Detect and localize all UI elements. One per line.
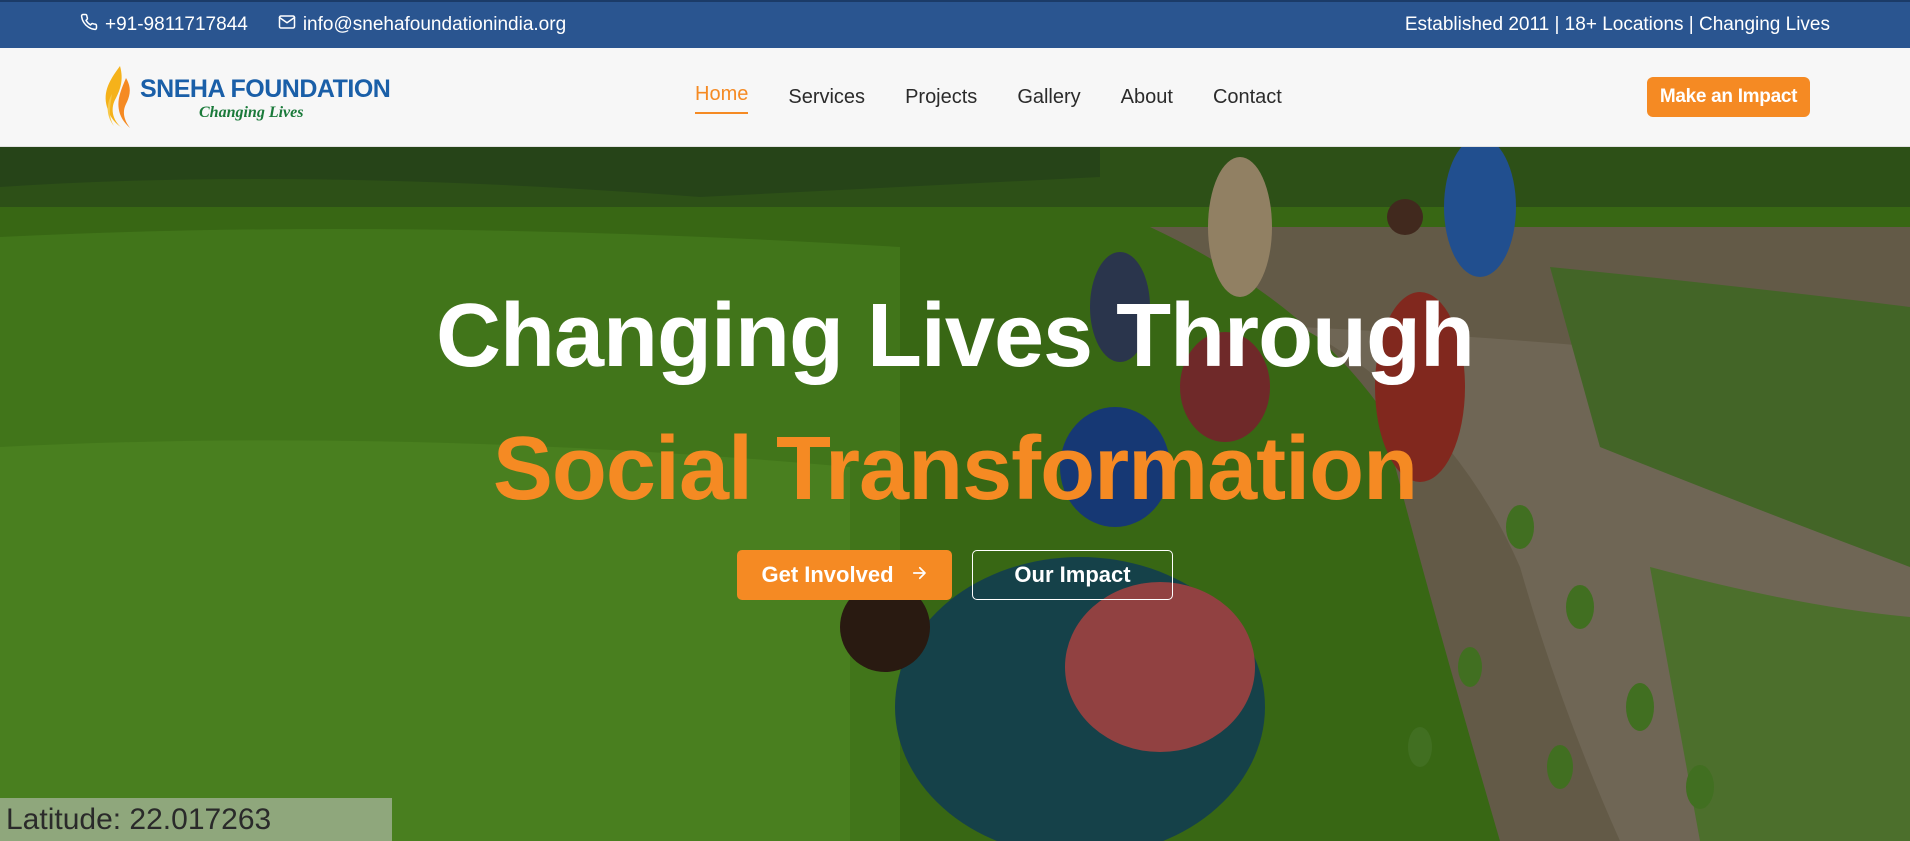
arrow-right-icon [910,562,928,588]
top-info-bar: +91-9811717844 info@snehafoundationindia… [0,0,1910,48]
get-involved-label: Get Involved [761,562,894,587]
email-address: info@snehafoundationindia.org [302,14,567,35]
hero-title-line2: Social Transformation [492,419,1418,519]
main-nav: Home Services Projects Gallery About Con… [695,48,1282,147]
get-involved-button[interactable]: Get Involved [737,550,952,600]
nav-services[interactable]: Services [788,86,865,117]
hero-section: Changing Lives Through Social Transforma… [0,147,1910,841]
top-tagline: Established 2011 | 18+ Locations | Chang… [1404,14,1830,35]
nav-about[interactable]: About [1121,86,1173,117]
logo-brand-name: SNEHA FOUNDATION [140,75,391,103]
nav-contact[interactable]: Contact [1213,86,1282,117]
hero-title-line1: Changing Lives Through [436,286,1475,386]
nav-home[interactable]: Home [695,83,749,114]
our-impact-button[interactable]: Our Impact [972,550,1173,600]
nav-gallery[interactable]: Gallery [1017,86,1080,117]
phone-number: +91-9811717844 [105,14,248,35]
flame-logo-icon [98,64,140,130]
logo-slogan: Changing Lives [199,104,304,121]
phone-icon [80,13,98,37]
contact-info: +91-9811717844 info@snehafoundationindia… [80,2,566,48]
site-logo[interactable]: SNEHA FOUNDATION Changing Lives [98,64,391,132]
mail-icon [278,13,296,37]
email-contact[interactable]: info@snehafoundationindia.org [278,13,566,37]
site-header: SNEHA FOUNDATION Changing Lives Home Ser… [0,48,1910,147]
phone-contact[interactable]: +91-9811717844 [80,13,248,37]
nav-projects[interactable]: Projects [905,86,977,117]
make-an-impact-button[interactable]: Make an Impact [1647,77,1810,117]
latitude-readout: Latitude: 22.017263 [0,798,392,841]
